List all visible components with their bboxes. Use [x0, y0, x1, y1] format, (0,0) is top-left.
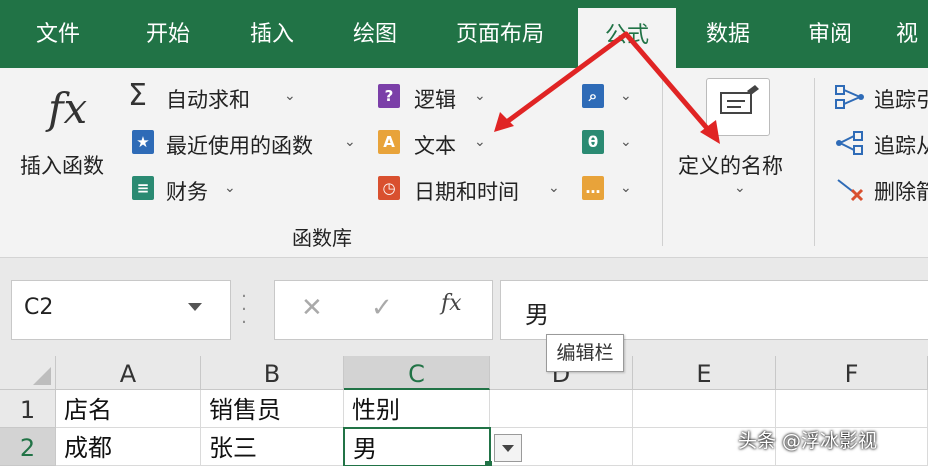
remove-arrows-label: 删除箭	[874, 180, 928, 204]
enter-icon[interactable]: ✓	[371, 293, 393, 323]
chevron-down-icon: ⌄	[548, 180, 560, 196]
recent-functions-button[interactable]: ★ 最近使用的函数 ⌄	[128, 128, 360, 160]
logical-icon: ?	[378, 84, 400, 108]
defined-names-label: 定义的名称	[678, 154, 783, 178]
ribbon-tab-bar: 文件 开始 插入 绘图 页面布局 公式 数据 审阅 视	[0, 0, 928, 68]
fx-icon: fx	[48, 84, 88, 133]
defined-names-button[interactable]: 定义的名称 ⌄	[672, 76, 808, 206]
text-label: 文本	[414, 134, 456, 158]
trace-precedents-icon	[834, 84, 866, 110]
tab-draw[interactable]: 绘图	[325, 0, 425, 68]
chevron-down-icon: ⌄	[620, 88, 632, 104]
lookup-reference-button[interactable]: ⌕ ⌄	[580, 82, 636, 114]
trace-dependents-icon	[834, 130, 866, 156]
cell-a2[interactable]: 成都	[56, 428, 201, 466]
chevron-down-icon: ⌄	[620, 180, 632, 196]
financial-label: 财务	[166, 180, 208, 204]
formula-input[interactable]: 男	[500, 280, 928, 340]
name-box-value: C2	[24, 295, 54, 320]
formula-bar-tooltip: 编辑栏	[546, 334, 624, 372]
star-icon: ★	[132, 130, 154, 154]
cell-c2-selected[interactable]: 男	[343, 427, 491, 466]
tab-file[interactable]: 文件	[10, 0, 106, 68]
cell-d1[interactable]	[490, 390, 633, 428]
chevron-down-icon: ⌄	[284, 88, 296, 104]
chevron-down-icon: ⌄	[734, 180, 746, 196]
function-library-group-label: 函数库	[292, 226, 352, 250]
cell-a1[interactable]: 店名	[56, 390, 201, 428]
fill-handle[interactable]	[485, 461, 492, 466]
tab-page-layout[interactable]: 页面布局	[440, 0, 560, 68]
tab-home[interactable]: 开始	[118, 0, 218, 68]
tab-view[interactable]: 视	[896, 0, 928, 68]
chevron-down-icon: ⌄	[620, 134, 632, 150]
chevron-down-icon: ⌄	[224, 180, 236, 196]
tab-formulas[interactable]: 公式	[578, 8, 676, 68]
column-header-e[interactable]: E	[633, 356, 776, 390]
cell-c1[interactable]: 性别	[344, 390, 490, 428]
dropdown-list-button[interactable]	[494, 434, 522, 462]
tab-review[interactable]: 审阅	[790, 0, 870, 68]
trace-precedents-label: 追踪引	[874, 88, 928, 112]
caret-down-icon[interactable]	[188, 303, 202, 311]
cell-b2[interactable]: 张三	[201, 428, 344, 466]
name-box[interactable]: C2	[11, 280, 231, 340]
row-header-1[interactable]: 1	[0, 390, 56, 428]
clock-icon: ◷	[378, 176, 400, 200]
formula-bar-buttons: ✕ ✓ fx	[274, 280, 493, 340]
autosum-button[interactable]: Σ 自动求和 ⌄	[128, 78, 304, 114]
sigma-icon: Σ	[128, 78, 147, 113]
text-button[interactable]: A 文本 ⌄	[376, 128, 488, 160]
caret-down-icon	[502, 445, 514, 452]
trace-dependents-label: 追踪从	[874, 134, 928, 158]
chevron-down-icon: ⌄	[474, 134, 486, 150]
insert-function-icon[interactable]: fx	[441, 291, 462, 316]
name-manager-icon	[706, 78, 770, 136]
column-header-c[interactable]: C	[344, 356, 490, 390]
insert-function-label: 插入函数	[20, 154, 104, 178]
ribbon-formulas: fx 插入函数 Σ 自动求和 ⌄ ★ 最近使用的函数 ⌄ ≡ 财务 ⌄ ? 逻辑…	[0, 68, 928, 258]
more-functions-icon: …	[582, 176, 604, 200]
chevron-down-icon: ⌄	[474, 88, 486, 104]
autosum-label: 自动求和	[166, 88, 250, 112]
cell-e1[interactable]	[633, 390, 776, 428]
recent-functions-label: 最近使用的函数	[166, 134, 313, 158]
tab-insert[interactable]: 插入	[222, 0, 322, 68]
chevron-down-icon: ⌄	[344, 134, 356, 150]
tab-data[interactable]: 数据	[690, 0, 766, 68]
lookup-icon: ⌕	[582, 84, 604, 108]
group-divider	[814, 78, 815, 246]
formula-value: 男	[525, 301, 549, 329]
column-header-f[interactable]: F	[776, 356, 928, 390]
math-icon: θ	[582, 130, 604, 154]
financial-book-icon: ≡	[132, 176, 154, 200]
column-header-a[interactable]: A	[56, 356, 201, 390]
cell-f1[interactable]	[776, 390, 928, 428]
formula-bar-splitter[interactable]: · · ·	[240, 288, 248, 332]
trace-precedents-button[interactable]: 追踪引	[834, 82, 928, 114]
cancel-icon[interactable]: ✕	[301, 293, 323, 323]
insert-function-button[interactable]: fx 插入函数	[14, 78, 122, 188]
select-all-corner[interactable]	[0, 356, 56, 390]
logical-button[interactable]: ? 逻辑 ⌄	[376, 82, 488, 114]
date-time-button[interactable]: ◷ 日期和时间 ⌄	[376, 174, 566, 206]
text-icon: A	[378, 130, 400, 154]
column-header-b[interactable]: B	[201, 356, 344, 390]
math-trig-button[interactable]: θ ⌄	[580, 128, 636, 160]
trace-dependents-button[interactable]: 追踪从	[834, 128, 928, 160]
group-divider	[662, 78, 663, 246]
row-header-2[interactable]: 2	[0, 428, 56, 466]
remove-arrows-icon	[834, 176, 866, 202]
financial-button[interactable]: ≡ 财务 ⌄	[128, 174, 238, 206]
cell-b1[interactable]: 销售员	[201, 390, 344, 428]
formula-bar-area: C2 · · · ✕ ✓ fx 男	[0, 258, 928, 360]
date-time-label: 日期和时间	[414, 180, 519, 204]
remove-arrows-button[interactable]: 删除箭	[834, 174, 928, 206]
watermark: 头条 @浮冰影视	[738, 430, 878, 452]
more-functions-button[interactable]: … ⌄	[580, 174, 636, 206]
logical-label: 逻辑	[414, 88, 456, 112]
